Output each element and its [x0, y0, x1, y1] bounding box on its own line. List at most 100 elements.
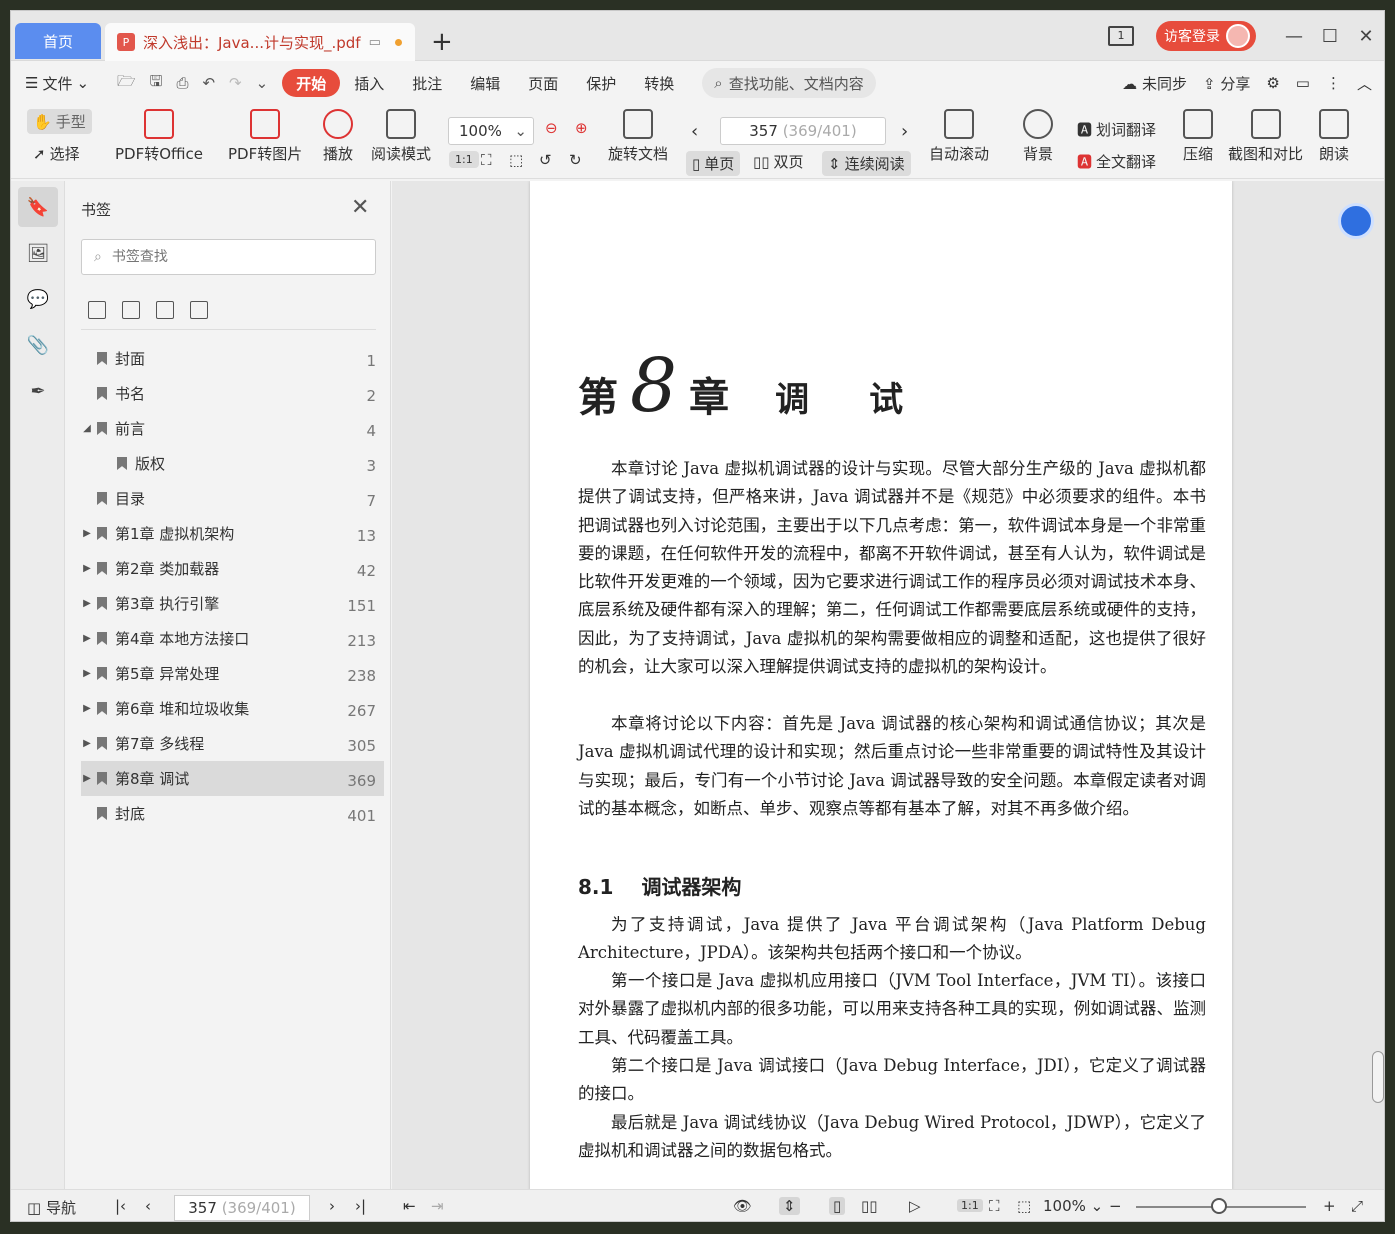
maximize-icon[interactable]: ☐	[1312, 26, 1348, 47]
continuous-mode-icon[interactable]: ⇕	[779, 1197, 800, 1215]
zoom-dropdown[interactable]: 100% ⌄	[1043, 1197, 1103, 1215]
bookmark-item[interactable]: ▶ 第2章 类加载器 42	[81, 551, 384, 586]
open-folder-icon[interactable]: 🗁	[117, 71, 136, 96]
tab-home[interactable]: 首页	[15, 23, 101, 59]
menu-tab-edit[interactable]: 编辑	[456, 73, 514, 94]
bookmark-item[interactable]: ▶ 第4章 本地方法接口 213	[81, 621, 384, 656]
close-panel-icon[interactable]: ✕	[351, 195, 369, 220]
status-page-input[interactable]: 357 (369/401)	[174, 1195, 310, 1221]
auto-scroll-button[interactable]: 自动滚动	[929, 109, 989, 164]
bookmark-item[interactable]: 书名 2	[81, 376, 384, 411]
share-button[interactable]: ⇪ 分享	[1203, 73, 1250, 94]
comment-panel-icon[interactable]: 💬	[18, 279, 58, 319]
bookmark-item[interactable]: ▶ 第6章 堆和垃圾收集 267	[81, 691, 384, 726]
fullscreen-icon[interactable]: ⤢	[1351, 1197, 1363, 1215]
page-number-input[interactable]: 357 (369/401)	[720, 117, 886, 145]
eye-protection-icon[interactable]: 👁	[733, 1197, 752, 1215]
fit-page-icon[interactable]: ⛶	[989, 1197, 1000, 1215]
undo-icon[interactable]: ↶	[202, 74, 215, 92]
rotate-document-button[interactable]: 旋转文档	[608, 109, 668, 164]
zoom-in-icon[interactable]: +	[1323, 1197, 1336, 1215]
next-page-icon[interactable]: ›	[329, 1197, 335, 1215]
bookmark-item[interactable]: ▶ 第7章 多线程 305	[81, 726, 384, 761]
actual-size-icon[interactable]: 1:1	[957, 1199, 983, 1212]
window-count-icon[interactable]: 1	[1108, 26, 1134, 46]
more-vertical-icon[interactable]: ⋮	[1326, 74, 1341, 92]
expand-arrow-icon[interactable]: ◢	[81, 423, 93, 434]
prev-page-icon[interactable]: ‹	[691, 121, 698, 142]
minimize-icon[interactable]: —	[1276, 26, 1312, 47]
bookmark-item[interactable]: 封底 401	[81, 796, 384, 831]
add-bookmark-icon[interactable]	[156, 301, 174, 319]
comment-icon[interactable]: ▭	[1296, 74, 1310, 92]
guest-login-button[interactable]: 访客登录	[1156, 21, 1256, 51]
bookmark-item[interactable]: ▶ 第3章 执行引擎 151	[81, 586, 384, 621]
play-icon[interactable]: ▷	[909, 1197, 921, 1215]
menu-tab-protect[interactable]: 保护	[572, 73, 630, 94]
expand-arrow-icon[interactable]: ▶	[81, 598, 93, 609]
zoom-in-icon[interactable]: ⊕	[575, 119, 588, 137]
first-page-icon[interactable]: |‹	[115, 1197, 126, 1215]
floating-action-icon[interactable]	[1338, 203, 1374, 239]
single-page-mode-icon[interactable]: ▯	[829, 1197, 846, 1215]
bookmark-item[interactable]: ▶ 第1章 虚拟机架构 13	[81, 516, 384, 551]
navigation-toggle[interactable]: ◫ 导航	[27, 1197, 76, 1218]
actual-size-icon[interactable]: 1:1	[449, 151, 479, 168]
play-button[interactable]: 播放	[323, 109, 353, 164]
tab-document[interactable]: P 深入浅出：Java...计与实现_.pdf ▭	[105, 23, 415, 61]
more-dropdown-icon[interactable]: ⌄	[256, 74, 269, 92]
save-icon[interactable]: 🖫	[150, 71, 163, 96]
expand-arrow-icon[interactable]: ▶	[81, 773, 93, 784]
menu-tab-page[interactable]: 页面	[514, 73, 572, 94]
new-tab-plus-icon[interactable]: +	[431, 27, 453, 57]
collapse-ribbon-icon[interactable]: ︿	[1357, 73, 1372, 94]
expand-arrow-icon[interactable]: ▶	[81, 528, 93, 539]
expand-arrow-icon[interactable]: ▶	[81, 668, 93, 679]
attachment-panel-icon[interactable]: 📎	[18, 325, 58, 365]
signature-panel-icon[interactable]: ✒	[18, 371, 58, 411]
full-translate-button[interactable]: 🅰 全文翻译	[1077, 151, 1156, 172]
thumbnail-panel-icon[interactable]: 🖼	[18, 233, 58, 273]
menu-tab-insert[interactable]: 插入	[340, 73, 398, 94]
double-page-mode-icon[interactable]: ▯▯	[861, 1197, 878, 1215]
expand-arrow-icon[interactable]: ▶	[81, 633, 93, 644]
screenshot-compare-button[interactable]: 截图和对比	[1228, 109, 1303, 164]
function-search-input[interactable]: ⌕ 查找功能、文档内容	[702, 68, 876, 98]
expand-arrow-icon[interactable]: ▶	[81, 738, 93, 749]
bookmark-item[interactable]: 目录 7	[81, 481, 384, 516]
last-page-icon[interactable]: ›|	[355, 1197, 366, 1215]
word-translate-button[interactable]: 🅰 划词翻译	[1077, 119, 1156, 140]
vertical-scrollbar[interactable]	[1372, 181, 1384, 1189]
forward-icon[interactable]: ⇥	[431, 1197, 444, 1215]
zoom-slider-handle[interactable]	[1211, 1198, 1227, 1214]
pdf-to-office-button[interactable]: PDF转Office	[115, 109, 203, 164]
expand-arrow-icon[interactable]: ▶	[81, 703, 93, 714]
bookmark-search-input[interactable]	[111, 249, 332, 265]
file-menu[interactable]: ☰ 文件 ⌄	[11, 73, 103, 94]
sync-button[interactable]: ☁ 未同步	[1122, 73, 1187, 94]
pdf-to-image-button[interactable]: PDF转图片	[228, 109, 302, 164]
fit-page-icon[interactable]: ⛶	[481, 151, 492, 169]
print-icon[interactable]: ⎙	[176, 74, 188, 92]
prev-page-icon[interactable]: ‹	[145, 1197, 151, 1215]
background-button[interactable]: 背景	[1023, 109, 1053, 164]
select-tool-button[interactable]: ➚ 选择	[33, 143, 80, 164]
zoom-out-icon[interactable]: ⊖	[545, 119, 558, 137]
back-icon[interactable]: ⇤	[403, 1197, 416, 1215]
close-window-icon[interactable]: ✕	[1348, 26, 1384, 47]
bookmark-item[interactable]: ◢ 前言 4	[81, 411, 384, 446]
rotate-left-icon[interactable]: ↺	[539, 151, 552, 169]
redo-icon[interactable]: ↷	[229, 74, 242, 92]
settings-gear-icon[interactable]: ⚙	[1266, 74, 1279, 92]
scrollbar-thumb[interactable]	[1372, 1051, 1384, 1103]
bookmark-item[interactable]: 封面 1	[81, 341, 384, 376]
read-aloud-button[interactable]: 朗读	[1319, 109, 1349, 164]
bookmark-item[interactable]: ▶ 第5章 异常处理 238	[81, 656, 384, 691]
single-page-button[interactable]: ▯ 单页	[686, 151, 741, 176]
menu-tab-convert[interactable]: 转换	[630, 73, 688, 94]
expand-arrow-icon[interactable]: ▶	[81, 563, 93, 574]
fit-width-icon[interactable]: ⬚	[509, 151, 523, 169]
double-page-button[interactable]: ▯▯ 双页	[753, 151, 804, 172]
compress-button[interactable]: 压缩	[1183, 109, 1213, 164]
rotate-right-icon[interactable]: ↻	[569, 151, 582, 169]
